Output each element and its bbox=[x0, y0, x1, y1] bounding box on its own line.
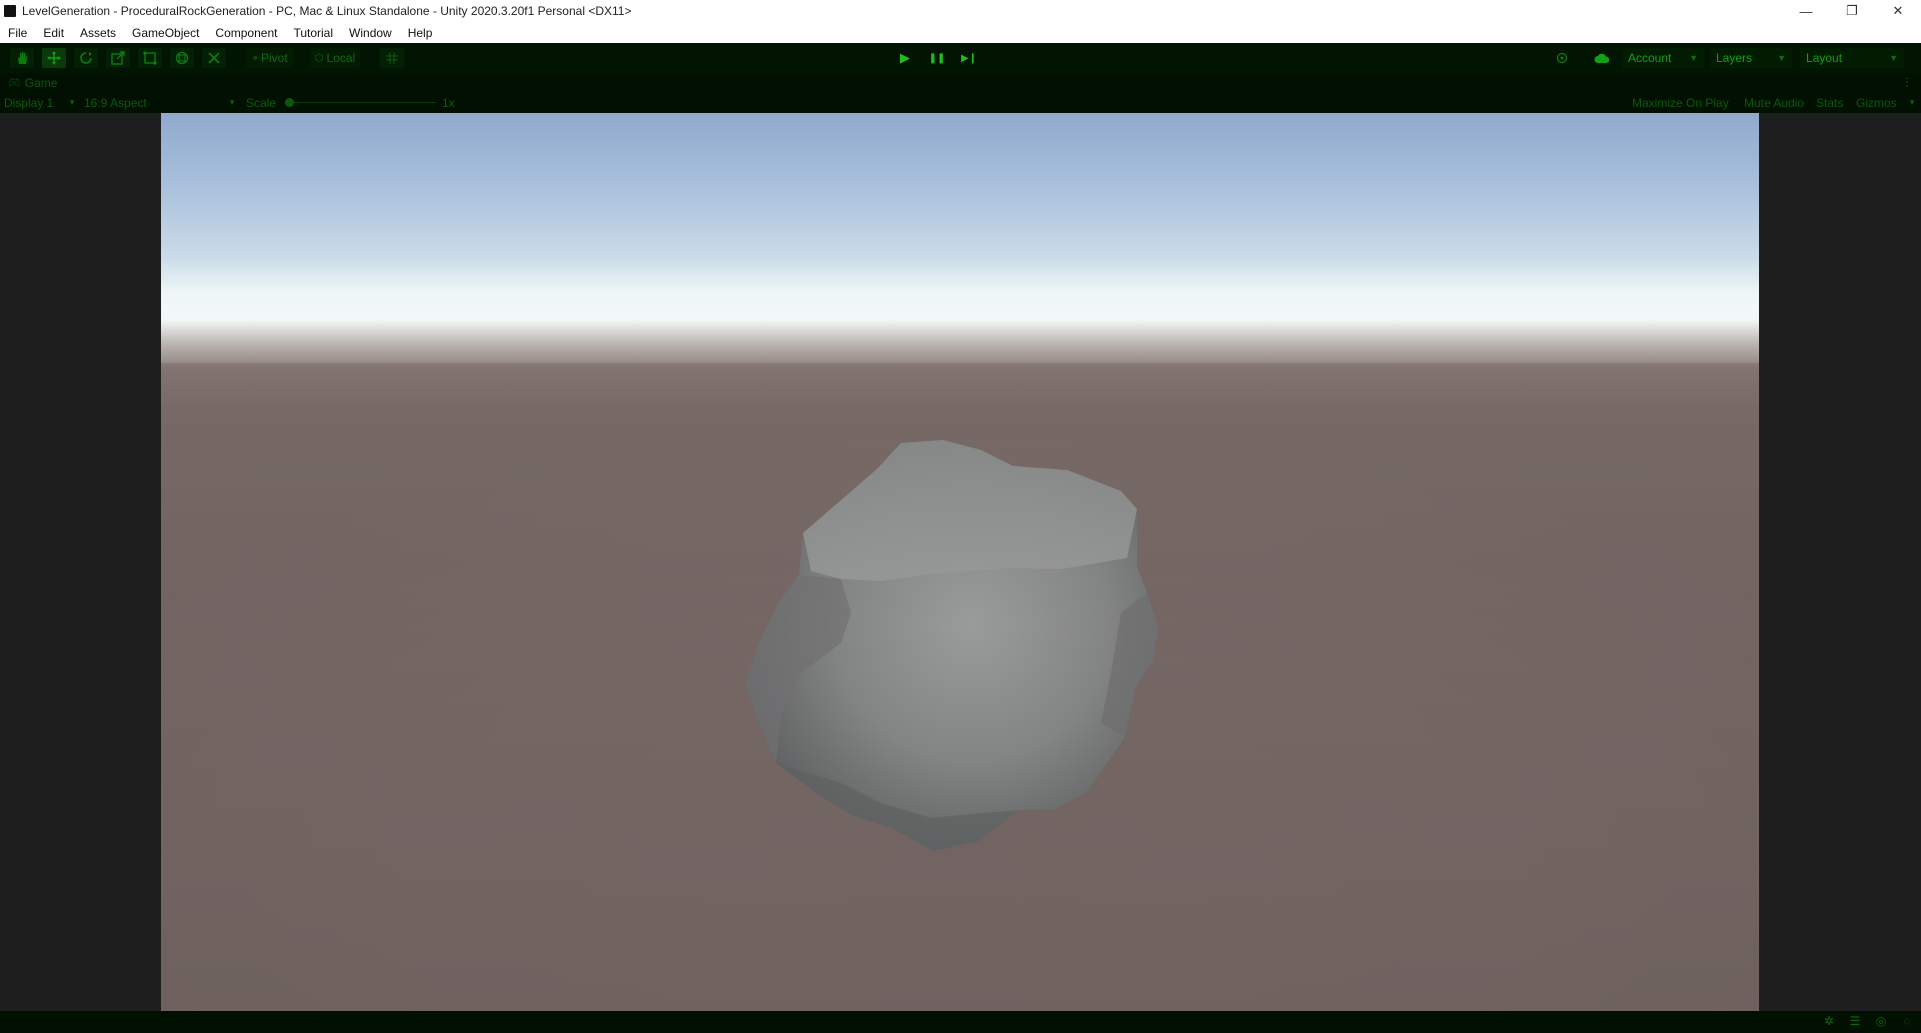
window-titlebar: LevelGeneration - ProceduralRockGenerati… bbox=[0, 0, 1921, 22]
pause-button[interactable]: ❚❚ bbox=[922, 48, 952, 68]
scale-label: Scale bbox=[246, 96, 277, 110]
menu-component[interactable]: Component bbox=[207, 26, 285, 40]
collab-icon[interactable] bbox=[1550, 48, 1574, 68]
scale-slider-track[interactable] bbox=[286, 102, 436, 103]
custom-tool-icon[interactable] bbox=[202, 48, 226, 68]
layers-label: Layers bbox=[1716, 51, 1753, 65]
mute-audio-toggle[interactable]: Mute Audio bbox=[1744, 96, 1804, 110]
display-chevron-down-icon: ▼ bbox=[68, 98, 76, 107]
scale-tool-icon[interactable] bbox=[106, 48, 130, 68]
gizmos-dropdown[interactable]: Gizmos ▼ bbox=[1856, 96, 1916, 110]
window-controls: — ❐ ✕ bbox=[1783, 0, 1921, 22]
pivot-toggle[interactable]: ⌖ Pivot bbox=[246, 48, 294, 68]
transform-tool-icon[interactable] bbox=[170, 48, 194, 68]
menu-window[interactable]: Window bbox=[341, 26, 400, 40]
pivot-label: Pivot bbox=[260, 51, 288, 65]
procedural-rock bbox=[161, 363, 1759, 1011]
bug-icon[interactable]: ✲ bbox=[1821, 1014, 1837, 1028]
aspect-dropdown[interactable]: 16:9 Aspect ▼ bbox=[84, 96, 236, 110]
menu-file[interactable]: File bbox=[0, 26, 35, 40]
layers-stack-icon[interactable]: ☰ bbox=[1847, 1014, 1863, 1028]
gizmos-label: Gizmos bbox=[1856, 96, 1897, 110]
gizmos-chevron-down-icon: ▼ bbox=[1908, 98, 1916, 107]
menu-tutorial[interactable]: Tutorial bbox=[285, 26, 341, 40]
main-toolbar: ⌖ Pivot ⬡ Local ▶ ❚❚ ▶❙ Account ▼ Layers… bbox=[0, 43, 1921, 73]
status-bar: ✲ ☰ ◎ ◌ bbox=[0, 1011, 1921, 1033]
layout-chevron-down-icon: ▼ bbox=[1889, 53, 1898, 63]
unity-logo-icon bbox=[4, 5, 16, 17]
close-button[interactable]: ✕ bbox=[1875, 0, 1921, 22]
account-label: Account bbox=[1628, 51, 1672, 65]
stats-toggle[interactable]: Stats bbox=[1816, 96, 1843, 110]
move-tool-icon[interactable] bbox=[42, 48, 66, 68]
scale-value: 1x bbox=[442, 96, 455, 110]
game-options-bar: Display 1 ▼ 16:9 Aspect ▼ Scale 1x Maxim… bbox=[0, 93, 1921, 113]
game-tab-bar: 🎮︎ Game ⋮ bbox=[0, 73, 1921, 93]
aspect-chevron-down-icon: ▼ bbox=[228, 98, 236, 107]
play-button[interactable]: ▶ bbox=[890, 48, 920, 68]
local-cube-icon: ⬡ bbox=[314, 52, 324, 64]
more-options-icon[interactable]: ⋮ bbox=[1901, 75, 1913, 89]
scale-slider-thumb[interactable] bbox=[285, 98, 294, 107]
account-chevron-down-icon: ▼ bbox=[1689, 53, 1698, 63]
maximize-on-play-toggle[interactable]: Maximize On Play bbox=[1632, 96, 1729, 110]
layout-label: Layout bbox=[1806, 51, 1843, 65]
rect-tool-icon[interactable] bbox=[138, 48, 162, 68]
progress-icon[interactable]: ◌ bbox=[1899, 1014, 1915, 1028]
layers-dropdown[interactable]: Layers ▼ bbox=[1710, 48, 1792, 68]
step-button[interactable]: ▶❙ bbox=[954, 48, 984, 68]
layers-chevron-down-icon: ▼ bbox=[1777, 53, 1786, 63]
hand-tool-icon[interactable] bbox=[10, 48, 34, 68]
menu-gameobject[interactable]: GameObject bbox=[124, 26, 207, 40]
tab-game[interactable]: 🎮︎ Game bbox=[8, 76, 57, 90]
local-label: Local bbox=[326, 51, 356, 65]
display-dropdown[interactable]: Display 1 ▼ bbox=[4, 96, 76, 110]
grid-snap-icon[interactable] bbox=[380, 48, 404, 68]
display-label: Display 1 bbox=[4, 96, 54, 110]
lighting-icon[interactable]: ◎ bbox=[1873, 1014, 1889, 1028]
letterbox-left bbox=[0, 113, 161, 1011]
menu-assets[interactable]: Assets bbox=[72, 26, 124, 40]
gamepad-icon: 🎮︎ bbox=[8, 77, 21, 89]
pivot-icon: ⌖ bbox=[252, 52, 258, 64]
playback-controls: ▶ ❚❚ ▶❙ bbox=[890, 48, 984, 68]
local-toggle[interactable]: ⬡ Local bbox=[310, 48, 360, 68]
letterbox-right bbox=[1759, 113, 1921, 1011]
game-tab-label: Game bbox=[24, 76, 58, 90]
status-icons: ✲ ☰ ◎ ◌ bbox=[1821, 1014, 1915, 1028]
game-viewport[interactable] bbox=[161, 113, 1759, 1011]
menu-bar: File Edit Assets GameObject Component Tu… bbox=[0, 22, 1921, 43]
account-dropdown[interactable]: Account ▼ bbox=[1622, 48, 1704, 68]
menu-help[interactable]: Help bbox=[400, 26, 441, 40]
cloud-icon[interactable] bbox=[1590, 48, 1614, 68]
menu-edit[interactable]: Edit bbox=[35, 26, 72, 40]
window-title: LevelGeneration - ProceduralRockGenerati… bbox=[22, 4, 632, 18]
minimize-button[interactable]: — bbox=[1783, 0, 1829, 22]
rotate-tool-icon[interactable] bbox=[74, 48, 98, 68]
layout-dropdown[interactable]: Layout ▼ bbox=[1800, 48, 1904, 68]
aspect-label: 16:9 Aspect bbox=[84, 96, 147, 110]
restore-button[interactable]: ❐ bbox=[1829, 0, 1875, 22]
